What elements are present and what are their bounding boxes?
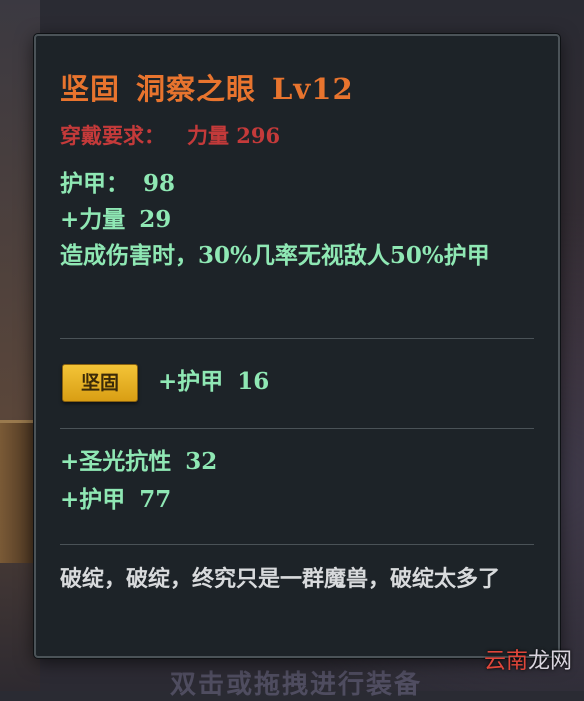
item-effect: 造成伤害时，30%几率无视敌人50%护甲	[60, 242, 490, 269]
background-hint-text: 双击或拖拽进行装备	[170, 670, 423, 700]
watermark-logo: 云南龙网	[484, 643, 572, 675]
background-crate	[0, 420, 36, 563]
item-name: 洞察之眼	[136, 72, 257, 106]
quality-badge: 坚固	[62, 364, 138, 402]
item-requirement: 穿戴要求： 力量 296	[60, 120, 280, 150]
watermark-red-part: 云南	[483, 649, 528, 674]
divider	[60, 428, 534, 429]
stat-armor: 护甲： 98	[60, 166, 175, 202]
item-quality: 坚固	[60, 72, 121, 106]
item-tooltip: 坚固 洞察之眼 Lv12 穿戴要求： 力量 296 护甲： 98 +力量 29 造成伤害时…	[34, 34, 560, 658]
watermark-rest: 龙网	[527, 649, 572, 674]
item-title: 坚固 洞察之眼 Lv12	[60, 66, 354, 108]
stat-value: 98	[143, 170, 176, 197]
stat-value: 32	[185, 448, 218, 475]
divider	[60, 338, 534, 339]
affix-label: +护甲	[158, 368, 224, 395]
flavor-text: 破绽，破绽，终究只是一群魔兽，破绽太多了	[60, 566, 501, 592]
stat-bonus-armor: +护甲 77	[60, 482, 171, 518]
affix-stat: +护甲 16	[158, 364, 269, 400]
stat-label: 护甲：	[60, 170, 129, 197]
requirement-value: 力量 296	[187, 123, 281, 148]
affix-value: 16	[237, 368, 270, 395]
stat-label: +圣光抗性	[60, 448, 172, 475]
stat-value: 77	[139, 486, 172, 513]
item-level: Lv12	[272, 72, 354, 106]
requirement-label: 穿戴要求：	[60, 123, 165, 148]
stat-strength: +力量 29	[60, 202, 171, 238]
divider	[60, 544, 534, 545]
stat-label: +力量	[60, 206, 126, 233]
stat-label: +护甲	[60, 486, 126, 513]
stat-holy-resist: +圣光抗性 32	[60, 444, 217, 480]
stat-value: 29	[139, 206, 172, 233]
